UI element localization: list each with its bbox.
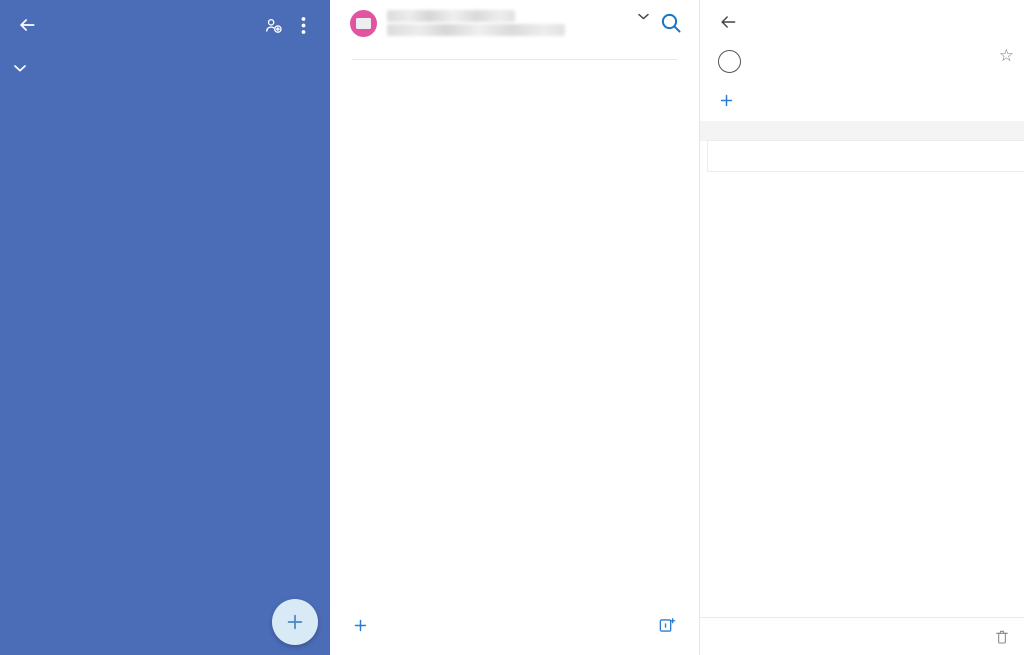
detail-task-row: ☆ [700,42,1024,79]
section-gap [700,121,1024,131]
task-detail-panel: ☆ [700,0,1024,655]
back-arrow-icon[interactable] [718,12,738,32]
three-pane-todo-app: ☆ [0,0,1024,655]
add-task-fab[interactable] [272,599,318,645]
navigation-panel [330,0,700,655]
more-options-icon[interactable] [288,10,318,40]
account-text [387,8,654,38]
account-email-redacted [387,24,565,36]
avatar[interactable] [350,9,377,37]
account-name-redacted [387,10,515,22]
back-arrow-icon[interactable] [12,10,42,40]
trash-icon[interactable] [994,629,1010,645]
bills-list-panel [0,0,330,655]
completed-section-header[interactable] [0,54,330,81]
custom-list-group [330,70,699,74]
search-icon[interactable] [659,11,683,35]
plus-icon [718,92,735,109]
bills-header [0,0,330,54]
new-group-icon[interactable] [658,616,677,635]
nav-divider [352,59,677,60]
chevron-down-icon[interactable] [638,13,649,34]
detail-header [700,0,1024,42]
account-header[interactable] [330,0,699,44]
task-star-icon[interactable]: ☆ [988,46,1014,66]
smart-list-group [330,44,699,48]
detail-footer [700,617,1024,655]
note-field[interactable] [708,141,1024,171]
task-complete-toggle[interactable] [718,50,741,73]
next-step-row[interactable] [718,79,1024,121]
plus-icon[interactable] [352,617,369,634]
section-gap-2 [700,131,1024,141]
page-title [12,42,318,54]
chevron-down-icon [14,64,26,72]
new-list-row [330,616,699,655]
add-person-icon[interactable] [258,10,288,40]
